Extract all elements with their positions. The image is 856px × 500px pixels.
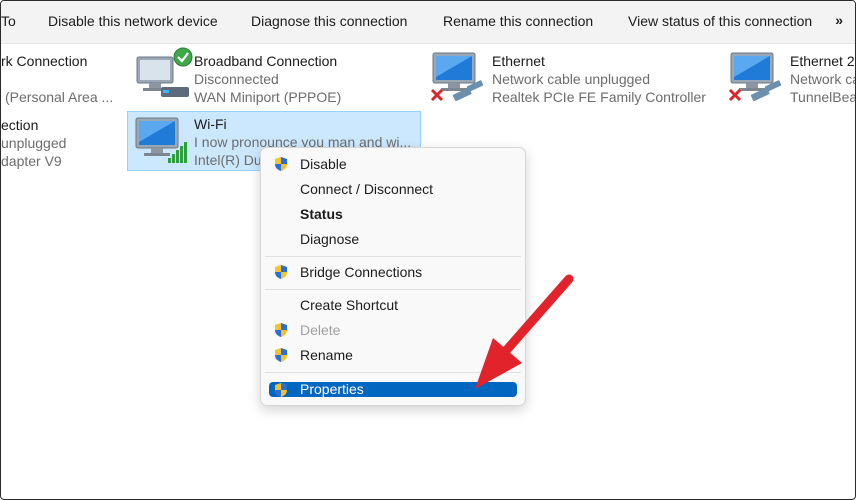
- connection-name: rk Connection: [1, 53, 88, 69]
- menu-item-label: Create Shortcut: [300, 297, 399, 313]
- menu-item-bridge-connections[interactable]: Bridge Connections: [269, 261, 517, 283]
- menu-separator: [265, 372, 521, 373]
- connection-status: unplugged: [1, 135, 67, 151]
- menu-item-label: Diagnose: [300, 231, 360, 247]
- connection-device: dapter V9: [1, 153, 62, 169]
- menu-item-status[interactable]: Status: [269, 203, 517, 225]
- menu-item-label: Properties: [300, 381, 364, 397]
- menu-separator: [265, 256, 521, 257]
- network-connections-window: To Disable this network device Diagnose …: [0, 0, 856, 500]
- connection-device: (Personal Area ...: [5, 89, 114, 105]
- connection-device: WAN Miniport (PPPOE): [194, 89, 342, 105]
- uac-shield-icon: [275, 383, 287, 397]
- uac-shield-icon: [275, 157, 287, 171]
- menu-item-label: Rename: [300, 347, 353, 363]
- connection-ethernet[interactable]: Ethernet Network cable unplugged Realtek…: [427, 43, 717, 105]
- connection-device: Realtek PCIe FE Family Controller: [492, 89, 706, 105]
- disable-device-button[interactable]: Disable this network device: [48, 13, 218, 29]
- connection-bluetooth[interactable]: rk Connection (Personal Area ...: [1, 43, 121, 105]
- command-bar: To Disable this network device Diagnose …: [1, 1, 855, 44]
- menu-item-delete: Delete: [269, 319, 517, 341]
- uac-shield-icon: [275, 265, 287, 279]
- connection-name: Wi-Fi: [194, 116, 227, 132]
- wifi-signal-icon: [135, 117, 187, 163]
- connection-name: Broadband Connection: [194, 53, 338, 69]
- menu-item-label: Delete: [300, 322, 341, 338]
- ethernet-unplugged-icon: [728, 52, 782, 102]
- broadband-modem-icon: [136, 47, 193, 97]
- menu-item-label: Connect / Disconnect: [300, 181, 434, 197]
- connection-name: Ethernet 2: [790, 53, 855, 69]
- connection-name: Ethernet: [492, 53, 545, 69]
- connection-device: Intel(R) Du: [194, 152, 262, 168]
- connection-name: ection: [1, 117, 39, 133]
- uac-shield-icon: [275, 323, 287, 337]
- more-commands-icon[interactable]: »: [835, 12, 843, 28]
- menu-separator: [265, 289, 521, 290]
- connection-broadband[interactable]: Broadband Connection Disconnected WAN Mi…: [129, 43, 419, 105]
- menu-item-properties[interactable]: Properties: [269, 382, 517, 397]
- menu-item-create-shortcut[interactable]: Create Shortcut: [269, 294, 517, 316]
- connection-vpn-adapter[interactable]: ection unplugged dapter V9: [1, 107, 121, 169]
- connection-device: TunnelBea: [790, 89, 856, 105]
- menu-item-disable[interactable]: Disable: [269, 153, 517, 175]
- uac-shield-icon: [275, 348, 287, 362]
- menu-item-label: Status: [300, 206, 343, 222]
- rename-connection-button[interactable]: Rename this connection: [443, 13, 593, 29]
- context-menu: Disable Connect / Disconnect Status Diag…: [260, 147, 526, 406]
- menu-item-connect-disconnect[interactable]: Connect / Disconnect: [269, 178, 517, 200]
- menu-item-diagnose[interactable]: Diagnose: [269, 228, 517, 250]
- connection-status: Disconnected: [194, 71, 279, 87]
- organize-button[interactable]: To: [1, 13, 16, 29]
- connection-ethernet-2[interactable]: Ethernet 2 Network ca TunnelBea: [725, 43, 856, 105]
- menu-item-label: Bridge Connections: [300, 264, 423, 280]
- ethernet-unplugged-icon: [430, 52, 484, 102]
- connection-status: Network ca: [790, 71, 856, 87]
- diagnose-connection-button[interactable]: Diagnose this connection: [251, 13, 407, 29]
- menu-item-label: Disable: [300, 156, 347, 172]
- connection-status: Network cable unplugged: [492, 71, 650, 87]
- view-status-button[interactable]: View status of this connection: [628, 13, 812, 29]
- menu-item-rename[interactable]: Rename: [269, 344, 517, 366]
